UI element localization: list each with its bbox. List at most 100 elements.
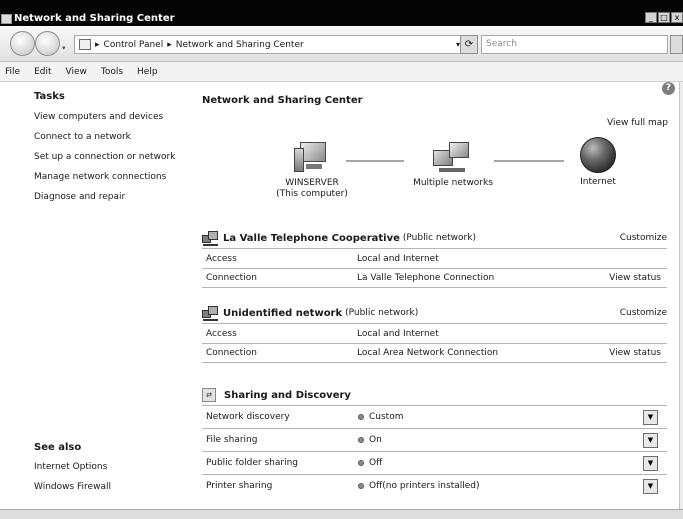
back-button[interactable] xyxy=(10,31,35,56)
task-setup-connection[interactable]: Set up a connection or network xyxy=(34,152,175,162)
search-input[interactable]: Search xyxy=(481,35,668,54)
view-status-link[interactable]: View status xyxy=(609,348,667,358)
close-button[interactable]: x xyxy=(671,12,683,23)
refresh-icon[interactable]: ⟳ xyxy=(460,35,478,54)
sharing-row: Printer sharing Off(no printers installe… xyxy=(202,474,667,497)
expand-chevron-down-icon[interactable]: ▼ xyxy=(643,409,658,425)
network-header: La Valle Telephone Cooperative (Public n… xyxy=(202,228,667,248)
connection-value: La Valle Telephone Connection xyxy=(357,273,495,283)
menu-help[interactable]: Help xyxy=(137,67,158,77)
setting-status: Off xyxy=(358,458,382,468)
setting-label: File sharing xyxy=(206,435,258,445)
setting-value: On xyxy=(369,435,382,445)
recent-pages-chevron-icon[interactable]: ▾ xyxy=(62,44,66,52)
menu-bar: File Edit View Tools Help xyxy=(0,62,683,82)
page-title: Network and Sharing Center xyxy=(202,95,363,106)
task-connect-network[interactable]: Connect to a network xyxy=(34,132,131,142)
setting-label: Network discovery xyxy=(206,412,290,422)
multiple-networks-icon xyxy=(433,140,473,174)
access-label: Access xyxy=(206,328,237,339)
access-value: Local and Internet xyxy=(357,253,439,264)
access-value: Local and Internet xyxy=(357,328,439,339)
internet-label: Internet xyxy=(580,177,616,187)
globe-icon xyxy=(580,137,616,173)
sharing-row: File sharing On ▼ xyxy=(202,428,667,451)
computer-subtitle: (This computer) xyxy=(276,189,348,199)
network-type: (Public network) xyxy=(345,308,419,318)
title-bar: Network and Sharing Center _ □ x xyxy=(0,0,683,26)
breadcrumb-network-center[interactable]: Network and Sharing Center xyxy=(176,40,304,50)
table-row: Access Local and Internet xyxy=(202,248,667,268)
map-node-internet[interactable]: Internet xyxy=(570,137,626,188)
network-icon xyxy=(202,305,220,321)
address-bar[interactable]: ▸ Control Panel ▸ Network and Sharing Ce… xyxy=(74,35,469,54)
expand-chevron-down-icon[interactable]: ▼ xyxy=(643,432,658,448)
customize-link[interactable]: Customize xyxy=(620,308,667,318)
expand-chevron-down-icon[interactable]: ▼ xyxy=(643,478,658,494)
sharing-row: Public folder sharing Off ▼ xyxy=(202,451,667,474)
minimize-button[interactable]: _ xyxy=(645,12,657,23)
setting-value: Off xyxy=(369,458,383,468)
network-center-icon xyxy=(1,14,12,24)
network-name: Unidentified network xyxy=(223,307,343,319)
menu-view[interactable]: View xyxy=(66,67,87,77)
computer-name: WINSERVER xyxy=(285,178,339,188)
map-node-this-computer[interactable]: WINSERVER (This computer) xyxy=(272,140,352,200)
map-node-multiple-networks[interactable]: Multiple networks xyxy=(408,140,498,189)
multiple-networks-label: Multiple networks xyxy=(413,178,493,188)
task-manage-connections[interactable]: Manage network connections xyxy=(34,172,166,182)
task-view-computers[interactable]: View computers and devices xyxy=(34,112,163,122)
menu-file[interactable]: File xyxy=(5,67,20,77)
link-windows-firewall[interactable]: Windows Firewall xyxy=(34,482,111,492)
sharing-heading: Sharing and Discovery xyxy=(224,389,351,401)
map-connection-line xyxy=(346,160,404,162)
status-dot-icon xyxy=(358,414,364,420)
connection-label: Connection xyxy=(206,348,257,358)
computer-icon xyxy=(294,140,330,174)
help-icon[interactable]: ? xyxy=(662,82,675,95)
sharing-icon: ⇄ xyxy=(202,388,216,402)
customize-link[interactable]: Customize xyxy=(620,233,667,243)
setting-label: Public folder sharing xyxy=(206,458,299,468)
status-bar xyxy=(0,509,683,519)
control-panel-icon xyxy=(79,39,91,50)
view-status-link[interactable]: View status xyxy=(609,273,667,283)
tasks-pane xyxy=(0,82,190,509)
vertical-scrollbar[interactable] xyxy=(679,82,683,509)
sharing-header: ⇄ Sharing and Discovery xyxy=(202,385,667,405)
task-diagnose-repair[interactable]: Diagnose and repair xyxy=(34,192,125,202)
view-full-map-link[interactable]: View full map xyxy=(607,118,668,128)
setting-value: Custom xyxy=(369,412,404,422)
address-separator-icon[interactable]: ▸ xyxy=(167,40,172,50)
address-separator-icon[interactable]: ▸ xyxy=(95,40,100,50)
menu-tools[interactable]: Tools xyxy=(101,67,123,77)
menu-edit[interactable]: Edit xyxy=(34,67,51,77)
status-dot-icon xyxy=(358,460,364,466)
status-dot-icon xyxy=(358,483,364,489)
link-internet-options[interactable]: Internet Options xyxy=(34,462,107,472)
network-name: La Valle Telephone Cooperative xyxy=(223,232,400,244)
forward-button[interactable] xyxy=(35,31,60,56)
sharing-row: Network discovery Custom ▼ xyxy=(202,405,667,428)
connection-value: Local Area Network Connection xyxy=(357,348,499,358)
expand-chevron-down-icon[interactable]: ▼ xyxy=(643,455,658,471)
map-connection-line xyxy=(494,160,564,162)
maximize-button[interactable]: □ xyxy=(658,12,670,23)
setting-label: Printer sharing xyxy=(206,481,273,491)
connection-label: Connection xyxy=(206,273,257,283)
breadcrumb-control-panel[interactable]: Control Panel xyxy=(104,40,164,50)
status-dot-icon xyxy=(358,437,364,443)
table-row: Connection La Valle Telephone Connection… xyxy=(202,268,667,288)
setting-value: Off(no printers installed) xyxy=(369,481,480,491)
navigation-bar: ▾ ▸ Control Panel ▸ Network and Sharing … xyxy=(0,26,683,62)
setting-status: Custom xyxy=(358,412,403,422)
window-controls: _ □ x xyxy=(645,12,683,23)
see-also-heading: See also xyxy=(34,442,82,453)
window-title: Network and Sharing Center xyxy=(14,13,175,24)
search-icon[interactable] xyxy=(670,35,683,54)
setting-status: On xyxy=(358,435,382,445)
network-icon xyxy=(202,230,220,246)
network-type: (Public network) xyxy=(402,233,476,243)
tasks-heading: Tasks xyxy=(34,91,65,102)
network-header: Unidentified network (Public network) Cu… xyxy=(202,303,667,323)
